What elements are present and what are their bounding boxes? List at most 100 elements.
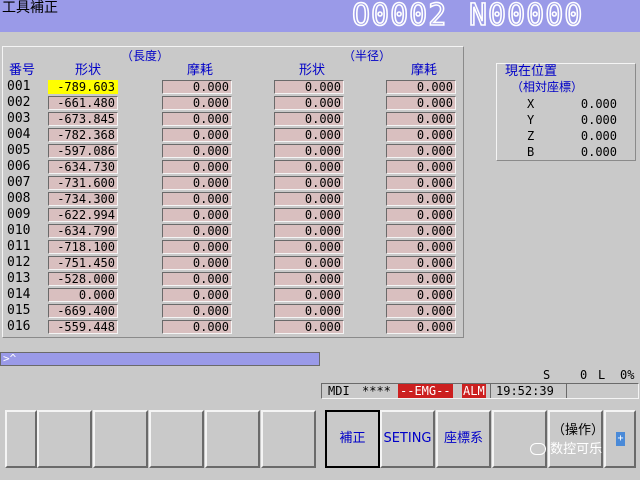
- radius-shape-cell[interactable]: 0.000: [274, 176, 344, 190]
- radius-shape-cell[interactable]: 0.000: [274, 224, 344, 238]
- radius-wear-cell[interactable]: 0.000: [386, 160, 456, 174]
- radius-shape-cell[interactable]: 0.000: [274, 304, 344, 318]
- length-wear-cell[interactable]: 0.000: [162, 240, 232, 254]
- length-wear-cell[interactable]: 0.000: [162, 192, 232, 206]
- length-wear-cell[interactable]: 0.000: [162, 208, 232, 222]
- length-wear-cell[interactable]: 0.000: [162, 288, 232, 302]
- length-wear-cell[interactable]: 0.000: [162, 96, 232, 110]
- screen-title: 工具補正: [2, 0, 58, 16]
- length-shape-cell[interactable]: -528.000: [48, 272, 118, 286]
- radius-wear-cell[interactable]: 0.000: [386, 320, 456, 334]
- length-wear-cell[interactable]: 0.000: [162, 256, 232, 270]
- offset-number: 004: [7, 127, 31, 142]
- length-wear-cell[interactable]: 0.000: [162, 144, 232, 158]
- length-shape-cell[interactable]: -597.086: [48, 144, 118, 158]
- alarm-indicator: ALM: [462, 384, 486, 398]
- softkey-6[interactable]: [261, 410, 316, 468]
- radius-wear-cell[interactable]: 0.000: [386, 192, 456, 206]
- work-coordinate-softkey[interactable]: 座標系: [436, 410, 491, 468]
- length-shape-cell[interactable]: -669.400: [48, 304, 118, 318]
- radius-wear-cell[interactable]: 0.000: [386, 208, 456, 222]
- offset-number: 006: [7, 159, 31, 174]
- length-wear-cell[interactable]: 0.000: [162, 128, 232, 142]
- length-shape-cell[interactable]: -634.790: [48, 224, 118, 238]
- radius-wear-cell[interactable]: 0.000: [386, 144, 456, 158]
- offset-row: 011 -718.100 0.000 0.000 0.000: [3, 239, 463, 255]
- axis-z-label: Z: [527, 129, 535, 143]
- offset-row: 002 -661.480 0.000 0.000 0.000: [3, 95, 463, 111]
- length-shape-cell[interactable]: -751.450: [48, 256, 118, 270]
- radius-shape-cell[interactable]: 0.000: [274, 320, 344, 334]
- length-shape-cell[interactable]: -673.845: [48, 112, 118, 126]
- radius-wear-cell[interactable]: 0.000: [386, 176, 456, 190]
- length-wear-cell[interactable]: 0.000: [162, 80, 232, 94]
- offset-number: 003: [7, 111, 31, 126]
- softkey-1[interactable]: [5, 410, 37, 468]
- radius-wear-cell[interactable]: 0.000: [386, 256, 456, 270]
- radius-shape-cell[interactable]: 0.000: [274, 80, 344, 94]
- offset-row: 001 -789.603 0.000 0.000 0.000: [3, 79, 463, 95]
- radius-shape-cell[interactable]: 0.000: [274, 128, 344, 142]
- radius-shape-cell[interactable]: 0.000: [274, 192, 344, 206]
- status-bar: MDI **** --EMG-- ALM 19:52:39: [321, 383, 639, 399]
- radius-shape-cell[interactable]: 0.000: [274, 272, 344, 286]
- offset-number: 008: [7, 191, 31, 206]
- length-shape-cell[interactable]: -731.600: [48, 176, 118, 190]
- radius-shape-cell[interactable]: 0.000: [274, 208, 344, 222]
- softkey-4[interactable]: [149, 410, 204, 468]
- col-radius-wear-header: 摩耗: [411, 63, 438, 78]
- status-stars: ****: [362, 384, 391, 398]
- key-input-buffer[interactable]: >^: [0, 352, 320, 366]
- offset-number: 016: [7, 319, 31, 334]
- length-wear-cell[interactable]: 0.000: [162, 224, 232, 238]
- offset-row: 003 -673.845 0.000 0.000 0.000: [3, 111, 463, 127]
- radius-wear-cell[interactable]: 0.000: [386, 80, 456, 94]
- length-wear-cell[interactable]: 0.000: [162, 176, 232, 190]
- length-shape-cell[interactable]: -661.480: [48, 96, 118, 110]
- radius-shape-cell[interactable]: 0.000: [274, 240, 344, 254]
- length-wear-cell[interactable]: 0.000: [162, 320, 232, 334]
- radius-wear-cell[interactable]: 0.000: [386, 224, 456, 238]
- status-divider: [490, 384, 491, 398]
- softkey-2[interactable]: [37, 410, 92, 468]
- col-number-header: 番号: [9, 63, 36, 78]
- radius-wear-cell[interactable]: 0.000: [386, 240, 456, 254]
- radius-wear-cell[interactable]: 0.000: [386, 272, 456, 286]
- next-page-softkey[interactable]: +: [604, 410, 636, 468]
- radius-wear-cell[interactable]: 0.000: [386, 128, 456, 142]
- softkey-3[interactable]: [93, 410, 148, 468]
- length-wear-cell[interactable]: 0.000: [162, 304, 232, 318]
- group-length-header: （長度）: [121, 49, 170, 63]
- radius-shape-cell[interactable]: 0.000: [274, 112, 344, 126]
- radius-shape-cell[interactable]: 0.000: [274, 256, 344, 270]
- radius-wear-cell[interactable]: 0.000: [386, 288, 456, 302]
- offset-number: 011: [7, 239, 31, 254]
- operation-softkey[interactable]: （操作）: [548, 410, 604, 468]
- axis-y-label: Y: [527, 113, 535, 127]
- softkey-5[interactable]: [205, 410, 260, 468]
- radius-wear-cell[interactable]: 0.000: [386, 96, 456, 110]
- col-length-shape-header: 形状: [75, 63, 102, 78]
- length-shape-cell[interactable]: -782.368: [48, 128, 118, 142]
- length-shape-cell[interactable]: -634.730: [48, 160, 118, 174]
- radius-shape-cell[interactable]: 0.000: [274, 144, 344, 158]
- length-shape-cell[interactable]: -559.448: [48, 320, 118, 334]
- length-wear-cell[interactable]: 0.000: [162, 272, 232, 286]
- load-label: L: [598, 368, 606, 382]
- length-shape-cell[interactable]: -718.100: [48, 240, 118, 254]
- softkey-blank-right[interactable]: [492, 410, 547, 468]
- radius-shape-cell[interactable]: 0.000: [274, 288, 344, 302]
- length-wear-cell[interactable]: 0.000: [162, 112, 232, 126]
- offset-table: （長度） （半径） 番号 形状 摩耗 形状 摩耗 001 -789.603 0.00…: [2, 46, 464, 338]
- length-shape-cell[interactable]: -734.300: [48, 192, 118, 206]
- length-wear-cell[interactable]: 0.000: [162, 160, 232, 174]
- setting-softkey[interactable]: SETING: [380, 410, 435, 468]
- radius-wear-cell[interactable]: 0.000: [386, 304, 456, 318]
- length-shape-cell[interactable]: 0.000: [48, 288, 118, 302]
- offset-softkey[interactable]: 補正: [325, 410, 380, 468]
- length-shape-cell[interactable]: -622.994: [48, 208, 118, 222]
- radius-wear-cell[interactable]: 0.000: [386, 112, 456, 126]
- radius-shape-cell[interactable]: 0.000: [274, 96, 344, 110]
- radius-shape-cell[interactable]: 0.000: [274, 160, 344, 174]
- length-shape-cell[interactable]: -789.603: [48, 80, 118, 94]
